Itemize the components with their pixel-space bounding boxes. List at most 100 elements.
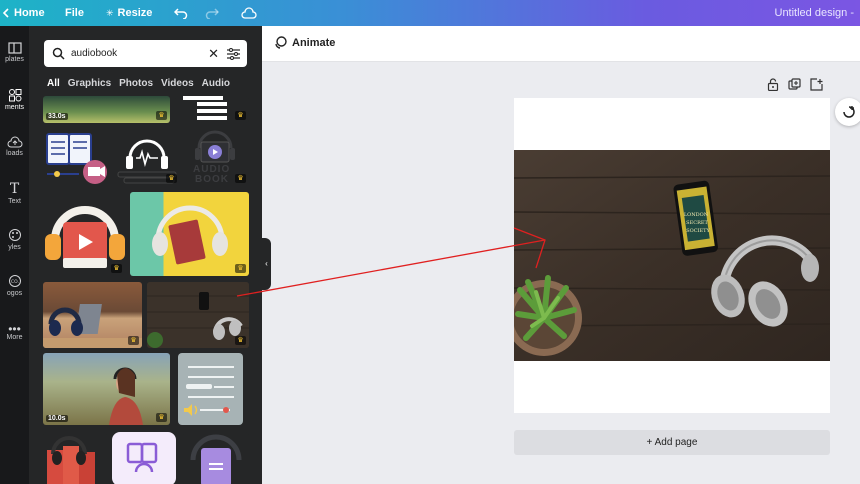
graphic-tile[interactable]: ♛ [43,192,125,276]
book-headphones-icon [126,442,158,473]
collapse-panel-button[interactable]: ‹ [262,238,271,290]
crown-icon: ♛ [166,174,177,183]
sparkle-icon: ✳ [106,7,114,18]
redo-icon [205,8,219,19]
crown-icon: ♛ [235,264,246,273]
rail-label: More [6,334,23,341]
rail-label: ogos [6,290,23,297]
rail-item-templates[interactable]: plates [0,42,29,63]
rail-item-text[interactable]: T Text [0,182,29,205]
quick-actions-button[interactable] [835,98,860,126]
rail-item-logos[interactable]: CO. ogos [0,274,29,297]
graphic-tile[interactable]: AUDIO BOOK ♛ [185,128,249,186]
refresh-plus-icon [843,106,855,118]
tab-videos[interactable]: Videos [157,78,198,94]
chevron-left-icon [2,8,9,18]
search-input[interactable]: audiobook [71,48,208,59]
home-button[interactable]: Home [2,0,45,26]
category-tabs: All Graphics Photos Videos Audio [43,78,234,98]
phone-book-line: SECRET [686,220,708,226]
graphic-tile[interactable] [43,128,109,186]
books-headphones-graphic [47,436,95,484]
photo-tile-selected[interactable]: ♛ [147,282,249,348]
app-root: Home File ✳ Resize Untitled design - pla… [0,0,860,484]
left-rail: plates ments loads T Text yles CO. ogos … [0,26,29,484]
undo-button[interactable] [174,0,188,26]
video-tile[interactable]: 33.0s ♛ [43,96,170,123]
svg-text:CO.: CO. [11,279,19,285]
undo-icon [174,8,188,19]
logos-icon: CO. [8,275,21,287]
cloud-icon [241,7,257,19]
duplicate-page-icon[interactable] [788,78,801,91]
animate-icon [275,36,287,49]
headphones-book-photo [152,205,228,265]
crown-icon: ♛ [128,336,139,345]
elements-icon [8,89,21,102]
phone-book-line: LONDON [684,212,709,218]
rail-label: plates [5,56,24,63]
redo-button[interactable] [205,0,219,26]
duration-badge: 10.0s [46,415,68,422]
crown-icon: ♛ [156,111,167,120]
crown-icon: ♛ [235,174,246,183]
tab-photos[interactable]: Photos [115,78,157,94]
file-menu-button[interactable]: File [65,0,84,26]
rail-label: loads [6,150,23,157]
graphic-tile[interactable] [112,432,176,484]
crown-icon: ♛ [156,413,167,422]
crown-icon: ♛ [235,111,246,120]
templates-icon [7,42,22,54]
canvas-photo[interactable]: LONDON SECRET SOCIETY [514,150,830,361]
add-page-button[interactable]: + Add page [514,430,830,455]
design-page[interactable]: LONDON SECRET SOCIETY [514,98,830,413]
headphones-purple-book-graphic [190,434,242,484]
crown-icon: ♛ [111,264,122,273]
phone-book-line: SOCIETY [686,228,710,234]
rail-item-uploads[interactable]: loads [0,136,29,157]
rail-label: Text [8,198,21,205]
search-box[interactable]: audiobook ✕ [44,40,247,67]
graphic-tile[interactable] [183,432,249,484]
rail-label: ments [4,104,25,111]
video-tile[interactable]: 10.0s ♛ [43,353,170,425]
lock-icon[interactable] [767,78,779,91]
audio-book-word-2: BOOK [195,174,229,185]
cloud-save-button[interactable] [241,0,257,26]
file-label: File [65,7,84,19]
photo-tile[interactable]: ♛ [130,192,249,276]
rail-item-more[interactable]: ••• More [0,322,29,341]
rail-item-elements[interactable]: ments [0,88,29,111]
photo-tile[interactable]: ♛ [43,282,142,348]
audio-player-graphic [184,366,234,416]
animate-button[interactable]: Animate [274,36,335,49]
open-book-play-graphic [46,133,107,184]
graphic-tile[interactable]: ♛ [175,96,249,123]
graphic-tile[interactable]: ♛ [114,128,180,186]
top-bar: Home File ✳ Resize Untitled design - [0,0,860,26]
design-title[interactable]: Untitled design - [775,0,855,26]
clear-search-icon[interactable]: ✕ [208,46,219,62]
tab-graphics[interactable]: Graphics [64,78,115,94]
graphic-tile[interactable] [178,353,243,425]
styles-icon [8,229,21,241]
rail-label: yles [8,244,21,251]
graphic-tile[interactable] [43,432,107,484]
text-icon: T [9,181,20,197]
animate-label: Animate [292,36,336,49]
results-grid: 33.0s ♛ ♛ ♛ AUDIO BOOK ♛ ♛ ♛ ♛ ♛ 10.0s ♛ [43,96,249,484]
tab-all[interactable]: All [43,78,64,98]
add-page-icon[interactable] [810,78,823,91]
crown-icon: ♛ [235,336,246,345]
home-label: Home [14,7,45,19]
headphones-phone-photo [147,282,249,348]
rail-item-styles[interactable]: yles [0,228,29,251]
more-icon: ••• [8,322,21,336]
page-tools [767,78,823,91]
editor-toolbar: Animate [262,26,860,62]
elements-panel: audiobook ✕ All Graphics Photos Videos A… [29,26,262,484]
resize-button[interactable]: ✳ Resize [106,0,152,26]
filter-icon[interactable] [227,47,240,60]
uploads-icon [7,136,22,148]
tab-audio[interactable]: Audio [198,78,234,94]
